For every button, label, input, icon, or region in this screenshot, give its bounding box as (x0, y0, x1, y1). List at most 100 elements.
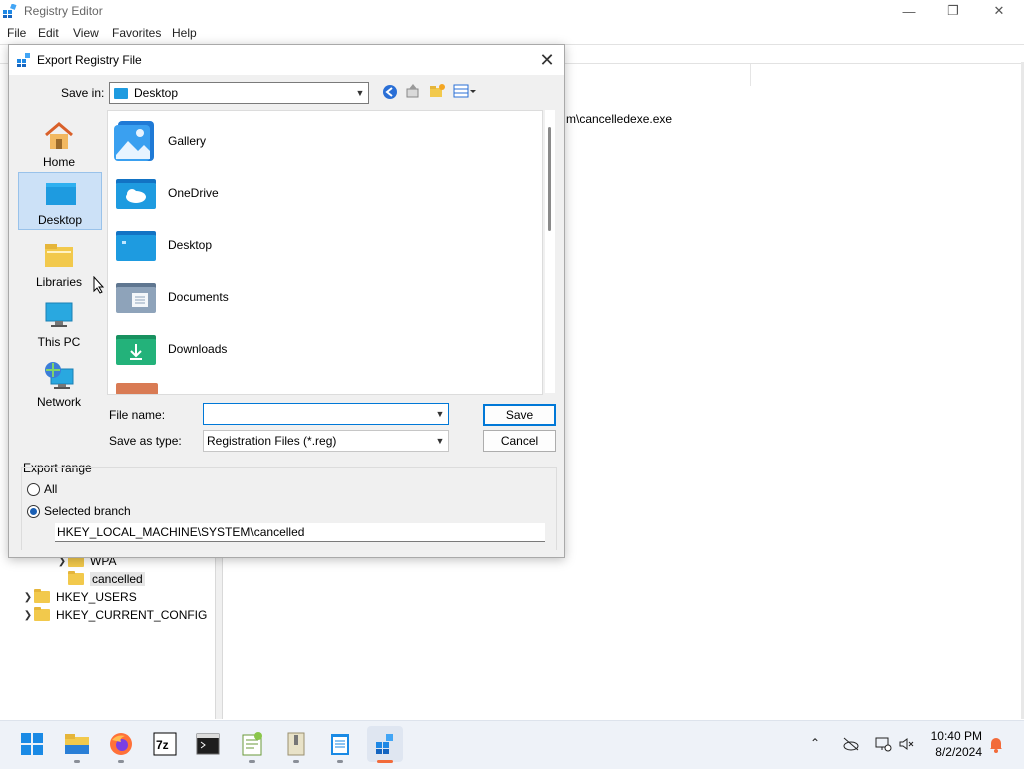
column-separator[interactable] (750, 64, 751, 86)
close-icon: ✕ (539, 50, 555, 70)
menu-view[interactable]: View (73, 26, 99, 40)
value-data-text: m\cancelledexe.exe (566, 112, 673, 126)
tree-node[interactable]: ❯ HKEY_USERS (22, 588, 137, 606)
branch-input[interactable]: HKEY_LOCAL_MACHINE\SYSTEM\cancelled (55, 523, 545, 542)
start-button[interactable] (14, 726, 50, 762)
volume-muted-icon[interactable] (898, 736, 916, 752)
radio-button[interactable] (27, 482, 40, 496)
chevron-up-icon[interactable]: ⌃ (810, 736, 826, 752)
start-icon (21, 733, 43, 755)
save-in-dropdown[interactable]: Desktop ▼ (109, 82, 369, 104)
cancel-button[interactable]: Cancel (483, 430, 556, 452)
save-type-label: Save as type: (109, 434, 182, 448)
save-in-label: Save in: (61, 86, 105, 100)
downloads-folder-icon (114, 327, 158, 371)
this-pc-icon (43, 301, 75, 329)
chevron-right-icon[interactable]: ❯ (22, 592, 34, 603)
running-indicator (74, 760, 80, 763)
folder-icon (34, 589, 50, 603)
place-label: Network (36, 395, 81, 409)
view-menu-icon[interactable] (453, 83, 477, 99)
desktop-icon (114, 87, 128, 99)
up-folder-icon[interactable] (405, 83, 421, 99)
radio-all[interactable]: All (27, 482, 57, 496)
notepad-plus-icon (242, 732, 262, 756)
place-desktop[interactable]: Desktop (18, 172, 102, 230)
menu-edit[interactable]: Edit (38, 26, 59, 40)
dialog-close-button[interactable]: ✕ (536, 49, 558, 71)
close-window-button[interactable]: ✕ (976, 0, 1022, 22)
running-indicator (118, 760, 124, 763)
file-name-input[interactable]: ▼ (203, 403, 449, 425)
terminal-icon (196, 733, 220, 755)
running-indicator (337, 760, 343, 763)
file-label: Documents (168, 290, 229, 304)
documents-folder-icon (114, 275, 158, 319)
list-item[interactable]: Documents (114, 273, 229, 321)
place-label: This PC (37, 335, 81, 349)
window-title: Registry Editor (24, 4, 103, 18)
place-libraries[interactable]: Libraries (17, 235, 101, 291)
svg-text:7z: 7z (156, 738, 169, 752)
network-status-icon[interactable] (874, 736, 892, 752)
place-label: Home (42, 155, 75, 169)
radio-button[interactable] (27, 504, 40, 518)
taskbar-registry-editor[interactable] (367, 726, 403, 762)
scrollbar-thumb[interactable] (548, 127, 551, 231)
window-titlebar (0, 0, 1024, 22)
taskbar-notepad-plus[interactable] (234, 726, 270, 762)
taskbar-file-explorer[interactable] (59, 726, 95, 762)
mouse-cursor-icon (93, 275, 105, 294)
restore-icon: ❐ (947, 3, 959, 18)
taskbar-firefox[interactable] (103, 726, 139, 762)
list-item[interactable]: OneDrive (114, 169, 219, 217)
menu-favorites[interactable]: Favorites (112, 26, 161, 40)
chevron-down-icon: ▼ (355, 88, 365, 98)
place-label: Desktop (37, 213, 83, 227)
clock-date[interactable]: 8/2/2024 (920, 745, 982, 759)
7zip-icon: 7z (153, 732, 177, 756)
chevron-down-icon: ▼ (435, 436, 445, 446)
taskbar-terminal[interactable] (190, 726, 226, 762)
save-button[interactable]: Save (483, 404, 556, 426)
tree-node[interactable]: ❯ HKEY_CURRENT_CONFIG (22, 606, 207, 624)
desktop-icon (45, 179, 77, 207)
tree-node-selected[interactable]: cancelled (68, 570, 145, 588)
home-icon (43, 121, 75, 149)
export-dialog: Export Registry File ✕ Save in: Desktop … (8, 44, 565, 558)
menu-file[interactable]: File (7, 26, 26, 40)
place-home[interactable]: Home (17, 115, 101, 171)
list-item[interactable]: Desktop (114, 221, 212, 269)
registry-editor-icon (3, 3, 17, 18)
save-type-value: Registration Files (*.reg) (207, 434, 337, 448)
taskbar-archive[interactable] (278, 726, 314, 762)
chevron-right-icon[interactable]: ❯ (22, 610, 34, 621)
cloud-offline-icon[interactable] (842, 736, 860, 752)
taskbar-notepad[interactable] (322, 726, 358, 762)
radio-selected-branch[interactable]: Selected branch (27, 504, 131, 518)
list-item[interactable]: Downloads (114, 325, 227, 373)
radio-selected-label: Selected branch (44, 504, 131, 518)
file-label: Downloads (168, 342, 228, 356)
back-icon[interactable] (382, 84, 398, 100)
registry-editor-icon (17, 53, 31, 67)
file-list[interactable]: Gallery OneDrive Desktop Documents Downl… (107, 110, 543, 395)
menu-help[interactable]: Help (172, 26, 197, 40)
place-this-pc[interactable]: This PC (17, 295, 101, 351)
place-network[interactable]: Network (17, 355, 101, 411)
taskbar-7zip[interactable]: 7z (147, 726, 183, 762)
active-indicator (377, 760, 393, 763)
save-type-dropdown[interactable]: Registration Files (*.reg) ▼ (203, 430, 449, 452)
libraries-icon (43, 241, 75, 269)
list-item[interactable]: Gallery (114, 117, 206, 165)
clock-time[interactable]: 10:40 PM (920, 729, 982, 743)
tree-node-label: HKEY_CURRENT_CONFIG (56, 608, 208, 622)
archive-icon (287, 732, 305, 756)
notification-bell-icon[interactable] (988, 735, 1004, 753)
minimize-button[interactable]: — (886, 0, 932, 22)
minimize-icon: — (902, 3, 916, 19)
restore-button[interactable]: ❐ (930, 0, 976, 22)
file-name-label: File name: (109, 408, 166, 422)
new-folder-icon[interactable] (429, 83, 445, 99)
chevron-down-icon[interactable]: ▼ (432, 409, 448, 419)
